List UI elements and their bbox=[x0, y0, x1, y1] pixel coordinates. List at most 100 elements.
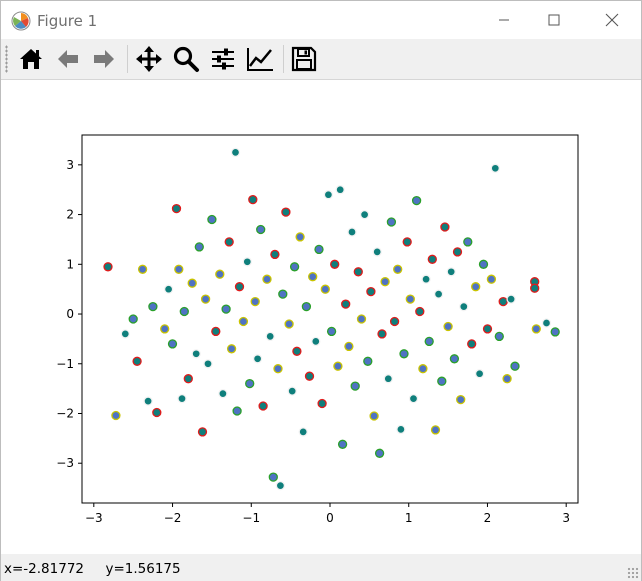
pan-move-icon bbox=[136, 46, 162, 72]
maximize-icon bbox=[548, 14, 560, 26]
subplots-button[interactable] bbox=[207, 43, 239, 75]
scatter-point bbox=[174, 264, 184, 274]
scatter-point bbox=[446, 267, 456, 277]
title-bar[interactable]: Figure 1 bbox=[1, 1, 641, 39]
scatter-point bbox=[424, 336, 434, 347]
scatter-point bbox=[372, 247, 382, 257]
save-button[interactable] bbox=[288, 43, 320, 75]
scatter-point bbox=[200, 294, 211, 304]
figure-window: Figure 1 −3 −2 −1 0 1 2 3 −3 −2 −1 0 1 2… bbox=[0, 0, 642, 581]
scatter-point bbox=[308, 272, 318, 282]
scatter-point bbox=[459, 301, 469, 312]
scatter-point bbox=[187, 278, 197, 288]
scatter-point bbox=[242, 257, 252, 267]
scatter-point bbox=[183, 374, 193, 384]
scatter-point bbox=[386, 217, 397, 227]
scatter-point bbox=[510, 361, 520, 371]
home-icon bbox=[20, 49, 42, 69]
scatter-point bbox=[314, 244, 324, 255]
scatter-point bbox=[281, 207, 291, 217]
scatter-point bbox=[177, 393, 187, 404]
scatter-point bbox=[252, 354, 263, 364]
close-icon bbox=[605, 13, 619, 27]
scatter-point bbox=[128, 314, 138, 324]
scatter-point bbox=[380, 277, 390, 287]
scatter-point bbox=[498, 296, 508, 307]
scatter-point bbox=[335, 185, 345, 195]
resize-grip[interactable] bbox=[627, 567, 639, 579]
scatter-point bbox=[531, 324, 541, 334]
scatter-point bbox=[478, 259, 489, 269]
y-tick-label: 0 bbox=[66, 307, 74, 321]
scatter-point bbox=[230, 147, 241, 158]
scatter-point bbox=[152, 407, 162, 418]
close-button[interactable] bbox=[589, 1, 635, 39]
scatter-point bbox=[311, 336, 321, 347]
scatter-point bbox=[341, 299, 351, 309]
subplots-sliders-icon bbox=[212, 48, 234, 70]
scatter-point bbox=[550, 327, 560, 337]
home-button[interactable] bbox=[15, 43, 47, 75]
scatter-point bbox=[393, 264, 403, 274]
scatter-point bbox=[350, 381, 360, 391]
maximize-button[interactable] bbox=[531, 1, 577, 39]
scatter-point bbox=[333, 361, 343, 371]
zoom-magnifier-icon bbox=[173, 46, 199, 72]
scatter-plot[interactable]: −3 −2 −1 0 1 2 3 −3 −2 −1 0 1 2 3 bbox=[1, 80, 641, 554]
scatter-point bbox=[418, 364, 428, 374]
scatter-point bbox=[369, 411, 379, 421]
y-tick-label: 3 bbox=[66, 158, 74, 172]
zoom-button[interactable] bbox=[170, 43, 202, 75]
scatter-point bbox=[471, 282, 481, 292]
scatter-point bbox=[218, 388, 228, 399]
scatter-point bbox=[399, 349, 409, 359]
toolbar-separator bbox=[127, 45, 128, 73]
status-bar: x=-2.81772 y=1.56175 bbox=[1, 554, 641, 581]
navigation-toolbar bbox=[1, 39, 641, 80]
back-button[interactable] bbox=[52, 43, 84, 75]
scatter-point bbox=[250, 296, 260, 307]
edit-axes-button[interactable] bbox=[244, 43, 276, 75]
back-arrow-icon bbox=[58, 50, 78, 68]
scatter-point bbox=[366, 286, 376, 297]
scatter-point bbox=[287, 386, 297, 396]
scatter-point bbox=[221, 304, 231, 314]
scatter-point bbox=[167, 339, 178, 349]
scatter-point bbox=[197, 427, 208, 437]
forward-button[interactable] bbox=[88, 43, 120, 75]
scatter-point bbox=[284, 319, 294, 329]
scatter-point bbox=[449, 354, 460, 364]
figure-canvas[interactable]: −3 −2 −1 0 1 2 3 −3 −2 −1 0 1 2 3 bbox=[1, 80, 641, 554]
scatter-point bbox=[171, 203, 182, 214]
scatter-point bbox=[344, 341, 354, 352]
scatter-point bbox=[163, 284, 174, 294]
scatter-point bbox=[258, 401, 268, 411]
forward-arrow-icon bbox=[94, 50, 114, 68]
scatter-point bbox=[194, 242, 204, 252]
x-tick-label: 0 bbox=[326, 511, 334, 525]
y-tick-label: −3 bbox=[56, 456, 74, 470]
scatter-point bbox=[430, 425, 441, 435]
minimize-button[interactable] bbox=[481, 1, 527, 39]
toolbar-grip[interactable] bbox=[5, 45, 8, 73]
scatter-point bbox=[405, 294, 415, 304]
scatter-point bbox=[440, 222, 450, 232]
scatter-point bbox=[262, 274, 272, 284]
scatter-point bbox=[132, 356, 142, 366]
pan-button[interactable] bbox=[133, 43, 165, 75]
scatter-point bbox=[541, 318, 552, 328]
scatter-point bbox=[408, 393, 419, 404]
x-axis: −3 −2 −1 0 1 2 3 bbox=[85, 503, 570, 525]
scatter-point bbox=[443, 321, 453, 332]
scatter-point bbox=[374, 448, 385, 458]
scatter-point bbox=[467, 339, 477, 349]
x-tick-label: −3 bbox=[85, 511, 103, 525]
scatter-point bbox=[143, 396, 153, 406]
scatter-point bbox=[421, 274, 431, 284]
scatter-point bbox=[323, 190, 334, 200]
y-tick-label: 2 bbox=[66, 208, 74, 222]
scatter-point bbox=[433, 289, 444, 299]
x-tick-label: −2 bbox=[164, 511, 182, 525]
save-floppy-icon bbox=[291, 46, 317, 72]
scatter-point bbox=[317, 398, 327, 409]
